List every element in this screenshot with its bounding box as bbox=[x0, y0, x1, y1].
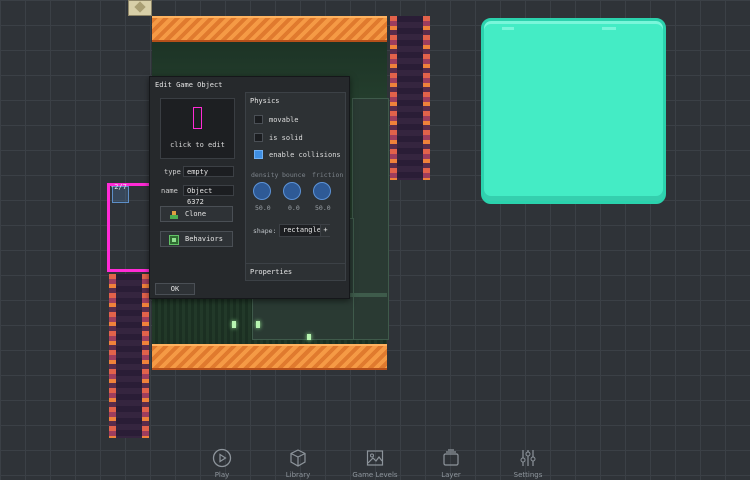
tile-sprite[interactable] bbox=[128, 0, 152, 16]
clone-label: Clone bbox=[185, 210, 207, 218]
toolbar-layer[interactable]: Layer bbox=[421, 448, 481, 479]
density-label: density bbox=[251, 171, 279, 179]
toolbar-play-label: Play bbox=[214, 471, 230, 479]
friction-value: 50.0 bbox=[315, 204, 331, 212]
type-field[interactable]: empty bbox=[183, 166, 234, 177]
movable-checkbox[interactable] bbox=[254, 115, 263, 124]
object-shape-preview bbox=[193, 107, 202, 129]
clone-button[interactable]: Clone bbox=[160, 206, 233, 222]
edit-game-object-dialog: Edit Game Object click to edit type empt… bbox=[149, 76, 350, 299]
physics-title: Physics bbox=[250, 97, 280, 105]
bounce-dial[interactable] bbox=[283, 182, 301, 200]
layers-icon bbox=[421, 448, 481, 468]
spike-column-right[interactable] bbox=[390, 16, 430, 180]
bounce-label: bounce bbox=[282, 171, 306, 179]
play-icon bbox=[192, 448, 252, 468]
toolbar-library[interactable]: Library bbox=[268, 448, 328, 479]
name-field[interactable]: Object 6372 bbox=[183, 185, 234, 206]
ok-button[interactable]: OK bbox=[155, 283, 195, 295]
shape-plus-button[interactable]: + bbox=[320, 225, 330, 236]
object-preview[interactable]: click to edit bbox=[160, 98, 235, 159]
clone-icon bbox=[169, 210, 178, 219]
image-icon bbox=[345, 448, 405, 468]
mint-block-sprite[interactable] bbox=[481, 18, 666, 204]
is-solid-label: is solid bbox=[269, 134, 303, 142]
behaviors-label: Behaviors bbox=[185, 235, 223, 243]
is-solid-checkbox[interactable] bbox=[254, 133, 263, 142]
properties-title: Properties bbox=[250, 268, 293, 276]
density-dial[interactable] bbox=[253, 182, 271, 200]
shape-value: rectangle bbox=[283, 226, 321, 234]
shape-select[interactable]: rectangle + bbox=[279, 224, 330, 237]
bounce-value: 0.0 bbox=[288, 204, 300, 212]
toolbar-play[interactable]: Play bbox=[192, 448, 252, 479]
name-label: name bbox=[161, 187, 178, 195]
orange-platform-top[interactable] bbox=[152, 16, 387, 42]
toolbar-layer-label: Layer bbox=[441, 471, 461, 479]
toolbar-settings[interactable]: Settings bbox=[498, 448, 558, 479]
preview-label: click to edit bbox=[170, 141, 225, 149]
density-value: 50.0 bbox=[255, 204, 271, 212]
shape-label: shape: bbox=[253, 227, 277, 235]
toolbar-settings-label: Settings bbox=[513, 471, 543, 479]
enable-collisions-checkbox[interactable] bbox=[254, 150, 263, 159]
sliders-icon bbox=[498, 448, 558, 468]
selection-label: -2/7 bbox=[110, 183, 127, 191]
dialog-title: Edit Game Object bbox=[155, 81, 223, 89]
toolbar-game-levels[interactable]: Game Levels bbox=[345, 448, 405, 479]
behaviors-button[interactable]: Behaviors bbox=[160, 231, 233, 247]
friction-label: friction bbox=[312, 171, 344, 179]
behaviors-icon bbox=[169, 235, 179, 245]
cube-icon bbox=[268, 448, 328, 468]
friction-dial[interactable] bbox=[313, 182, 331, 200]
toolbar-game-levels-label: Game Levels bbox=[352, 471, 398, 479]
type-label: type bbox=[164, 168, 181, 176]
physics-panel: Physics movable is solid enable collisio… bbox=[245, 92, 346, 281]
toolbar-library-label: Library bbox=[285, 471, 311, 479]
enable-collisions-label: enable collisions bbox=[269, 151, 341, 159]
movable-label: movable bbox=[269, 116, 299, 124]
orange-platform-bottom[interactable] bbox=[152, 344, 387, 370]
spike-column-left[interactable] bbox=[109, 274, 149, 438]
bottom-toolbar: Play Library Game Levels Layer Settings bbox=[0, 440, 750, 480]
